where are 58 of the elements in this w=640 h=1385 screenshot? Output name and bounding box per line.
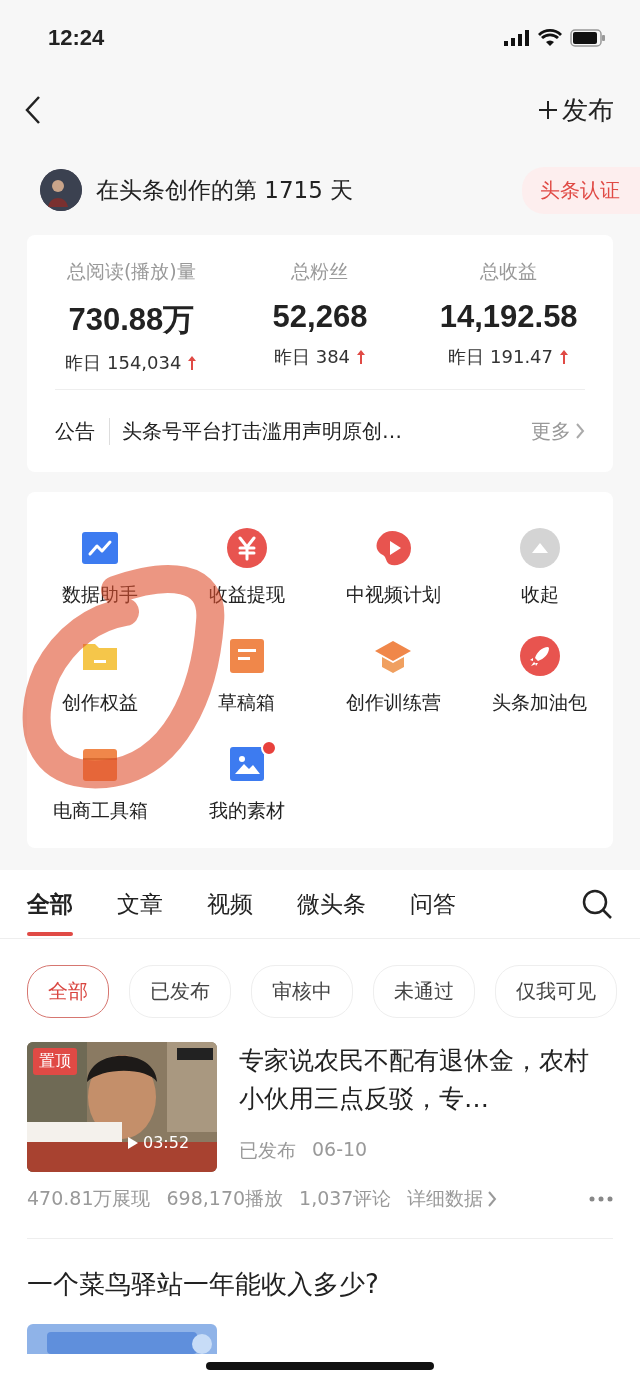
category-tab[interactable]: 问答 bbox=[410, 870, 456, 938]
signal-icon bbox=[504, 29, 530, 46]
stat-label: 总阅读(播放)量 bbox=[66, 259, 196, 284]
battery-icon bbox=[570, 28, 606, 47]
category-tab[interactable]: 全部 bbox=[27, 870, 73, 938]
plus-icon bbox=[538, 100, 558, 120]
filter-chip[interactable]: 全部 bbox=[27, 965, 109, 1018]
article-title[interactable]: 一个菜鸟驿站一年能收入多少? bbox=[0, 1239, 640, 1302]
article-metric: 470.81万展现 bbox=[27, 1186, 151, 1211]
wifi-icon bbox=[538, 28, 562, 47]
up-arrow-icon bbox=[559, 349, 569, 365]
stat-value: 730.88万 bbox=[68, 301, 195, 339]
verification-badge[interactable]: 头条认证 bbox=[522, 166, 640, 214]
tool-button[interactable]: 中视频计划 bbox=[320, 528, 467, 608]
article-metric: 698,170播放 bbox=[166, 1186, 284, 1211]
publish-button[interactable]: 发布 bbox=[538, 92, 614, 128]
stat-value: 14,192.58 bbox=[439, 299, 578, 335]
more-icon[interactable] bbox=[589, 1196, 613, 1202]
tool-button[interactable]: 创作训练营 bbox=[320, 636, 467, 716]
video-duration: 03:52 bbox=[143, 1133, 190, 1152]
tool-button[interactable]: 草稿箱 bbox=[173, 636, 320, 716]
category-tab[interactable]: 视频 bbox=[207, 870, 253, 938]
filter-chip[interactable]: 未通过 bbox=[373, 965, 475, 1018]
filter-chip[interactable]: 仅我可见 bbox=[495, 965, 617, 1018]
tool-button[interactable]: 我的素材 bbox=[173, 744, 320, 824]
pinned-badge: 置顶 bbox=[33, 1048, 77, 1075]
stat-value: 52,268 bbox=[272, 299, 368, 335]
article-status: 已发布 bbox=[239, 1138, 296, 1163]
notice-label: 公告 bbox=[55, 417, 110, 445]
yesterday-value: 昨日 384 bbox=[273, 345, 351, 369]
status-time: 12:24 bbox=[48, 24, 105, 51]
chevron-right-icon bbox=[487, 1190, 498, 1208]
notice-text[interactable]: 头条号平台打击滥用声明原创… bbox=[122, 417, 519, 445]
play-icon bbox=[127, 1135, 139, 1150]
tool-button[interactable]: 收起 bbox=[466, 528, 613, 608]
article-date: 06-10 bbox=[312, 1138, 368, 1162]
category-tab[interactable]: 文章 bbox=[117, 870, 163, 938]
filter-chip[interactable]: 已发布 bbox=[129, 965, 231, 1018]
tool-button[interactable]: 电商工具箱 bbox=[27, 744, 174, 824]
up-arrow-icon bbox=[356, 349, 367, 365]
yesterday-value: 昨日 191.47 bbox=[448, 345, 553, 369]
search-icon[interactable] bbox=[581, 888, 613, 920]
yuan-icon bbox=[226, 528, 267, 568]
stat-label: 总收益 bbox=[480, 259, 538, 284]
article-metric: 1,037评论 bbox=[299, 1186, 392, 1211]
filter-chip[interactable]: 审核中 bbox=[251, 965, 353, 1018]
tool-button[interactable]: 创作权益 bbox=[27, 636, 174, 716]
stat-label: 总粉丝 bbox=[291, 259, 349, 284]
yesterday-value: 昨日 154,034 bbox=[65, 351, 182, 375]
up-arrow-icon bbox=[187, 355, 198, 371]
avatar[interactable] bbox=[40, 169, 82, 211]
back-icon[interactable] bbox=[24, 95, 42, 125]
category-tab[interactable]: 微头条 bbox=[297, 870, 366, 938]
tool-button[interactable]: 头条加油包 bbox=[466, 636, 613, 716]
chevron-right-icon bbox=[575, 422, 585, 440]
rocket-icon bbox=[519, 636, 560, 676]
article-title[interactable]: 专家说农民不配有退休金，农村小伙用三点反驳，专… bbox=[239, 1042, 613, 1118]
creation-days-text: 在头条创作的第 1715 天 bbox=[96, 175, 355, 205]
